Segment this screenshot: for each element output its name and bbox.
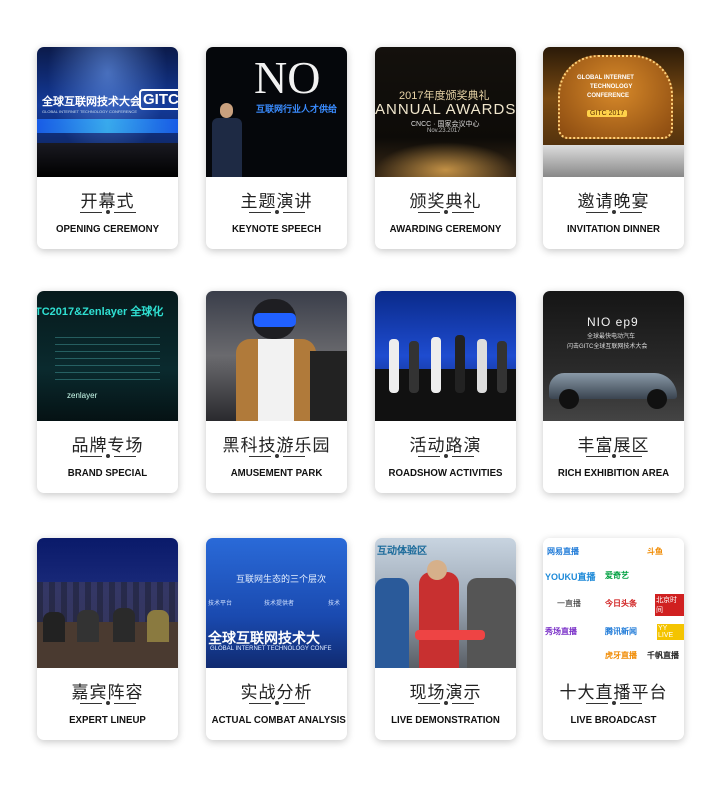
card-title-cn: 邀请晚宴 <box>577 192 650 212</box>
photo-text-2: zenlayer <box>67 391 98 400</box>
opening-ceremony-photo: 全球互联网技术大会 GLOBAL INTERNET TECHNOLOGY CON… <box>37 47 178 177</box>
photo-text-5: 全球互联网技术大 <box>208 630 320 646</box>
card-title-en: INVITATION DINNER <box>566 223 661 235</box>
title-divider <box>586 701 642 705</box>
card-rich-exhibition-area[interactable]: NIO ep9 全球最快电动汽车 闪击GITC全球互联网技术大会 丰富展区 RI… <box>543 291 684 493</box>
card-title-cn: 黑科技游乐园 <box>222 436 331 456</box>
title-divider <box>249 701 305 705</box>
platform-logo-10: YY LIVE <box>657 624 684 640</box>
photo-text-4: GITC 2017 <box>587 110 628 117</box>
photo-text-3: GITC <box>139 89 178 110</box>
card-title-cn: 品牌专场 <box>71 436 144 456</box>
photo-text-2: 全球最快电动汽车 <box>587 334 636 340</box>
card-live-broadcast[interactable]: 网易直播 斗鱼 YOUKU直播 爱奇艺 一直播 今日头条 北京时间 秀场直播 腾… <box>543 538 684 740</box>
card-live-demonstration[interactable]: 互动体验区 现场演示 LIVE DEMONSTRATION <box>375 538 516 740</box>
card-title-cn: 开幕式 <box>80 192 135 212</box>
card-title-cn: 嘉宾阵容 <box>71 683 144 703</box>
card-brand-special[interactable]: TC2017&Zenlayer 全球化 zenlayer 品牌专场 BRAND … <box>37 291 178 493</box>
photo-text-2: ANNUAL AWARDS <box>375 101 516 118</box>
invitation-dinner-photo: GLOBAL INTERNET TECHNOLOGY CONFERENCE GI… <box>543 47 684 177</box>
card-title-en: LIVE BROADCAST <box>570 714 657 726</box>
photo-text-1: TC2017&Zenlayer 全球化 <box>37 306 164 318</box>
platform-logo-5: 一直播 <box>557 599 581 608</box>
card-roadshow-activities[interactable]: 活动路演 ROADSHOW ACTIVITIES <box>375 291 516 493</box>
keynote-speech-photo: NO 互联网行业人才供给 <box>206 47 347 177</box>
photo-text-2: 技术平台 <box>208 601 233 607</box>
platform-logo-12: 千帆直播 <box>647 651 679 660</box>
photo-text-3: 技术提供者 <box>264 601 295 607</box>
card-amusement-park[interactable]: 黑科技游乐园 AMUSEMENT PARK <box>206 291 347 493</box>
platform-logo-6: 今日头条 <box>605 599 637 608</box>
expert-lineup-photo <box>37 538 178 668</box>
photo-text-3: 闪击GITC全球互联网技术大会 <box>567 344 648 350</box>
photo-text-3: CONFERENCE <box>587 93 630 99</box>
card-title-en: AWARDING CEREMONY <box>389 223 502 235</box>
title-divider <box>249 210 305 214</box>
platform-logo-9: 腾讯新闻 <box>605 627 637 636</box>
title-divider <box>249 454 305 458</box>
title-divider <box>80 701 136 705</box>
card-title-en: OPENING CEREMONY <box>55 223 160 235</box>
card-title-cn: 活动路演 <box>409 436 482 456</box>
title-divider <box>586 210 642 214</box>
photo-text-2: TECHNOLOGY <box>590 84 633 90</box>
platform-logo-7: 北京时间 <box>655 594 684 616</box>
rich-exhibition-area-photo: NIO ep9 全球最快电动汽车 闪击GITC全球互联网技术大会 <box>543 291 684 421</box>
title-divider <box>80 210 136 214</box>
photo-text-1: NIO ep9 <box>587 315 639 329</box>
roadshow-activities-photo <box>375 291 516 421</box>
platform-logo-8: 秀场直播 <box>545 627 577 636</box>
card-title-en: AMUSEMENT PARK <box>230 467 323 479</box>
live-demonstration-photo: 互动体验区 <box>375 538 516 668</box>
card-title-en: LIVE DEMONSTRATION <box>391 714 500 726</box>
drone-shape <box>415 630 485 640</box>
actual-combat-analysis-photo: 互联网生态的三个层次 技术平台 技术提供者 技术 全球互联网技术大 GLOBAL… <box>206 538 347 668</box>
vr-headset <box>254 313 296 327</box>
card-keynote-speech[interactable]: NO 互联网行业人才供给 主题演讲 KEYNOTE SPEECH <box>206 47 347 249</box>
card-title-en: KEYNOTE SPEECH <box>231 223 322 235</box>
photo-text-1: NO <box>254 52 321 103</box>
title-divider <box>586 454 642 458</box>
card-expert-lineup[interactable]: 嘉宾阵容 EXPERT LINEUP <box>37 538 178 740</box>
amusement-park-photo <box>206 291 347 421</box>
platform-logo-1: 网易直播 <box>547 547 579 556</box>
photo-text-2: GLOBAL INTERNET TECHNOLOGY CONFERENCE <box>42 109 137 114</box>
photo-text-4: Nov.23.2017 <box>427 128 461 134</box>
speaker-figure <box>212 103 242 177</box>
card-opening-ceremony[interactable]: 全球互联网技术大会 GLOBAL INTERNET TECHNOLOGY CON… <box>37 47 178 249</box>
card-title-cn: 颁奖典礼 <box>409 192 482 212</box>
brand-special-photo: TC2017&Zenlayer 全球化 zenlayer <box>37 291 178 421</box>
title-divider <box>418 210 474 214</box>
awarding-ceremony-photo: 2017年度颁奖典礼 ANNUAL AWARDS CNCC · 国家会议中心 N… <box>375 47 516 177</box>
card-invitation-dinner[interactable]: GLOBAL INTERNET TECHNOLOGY CONFERENCE GI… <box>543 47 684 249</box>
title-divider <box>418 454 474 458</box>
card-title-en: BRAND SPECIAL <box>67 467 148 479</box>
photo-text-1: 全球互联网技术大会 <box>42 96 141 108</box>
card-title-en: ACTUAL COMBAT ANALYSIS <box>211 714 346 726</box>
photo-text-2: 互联网行业人才供给 <box>256 104 338 114</box>
card-title-cn: 实战分析 <box>240 683 313 703</box>
platform-logo-2: 斗鱼 <box>647 547 663 556</box>
card-actual-combat-analysis[interactable]: 互联网生态的三个层次 技术平台 技术提供者 技术 全球互联网技术大 GLOBAL… <box>206 538 347 740</box>
photo-text-1: GLOBAL INTERNET <box>577 75 634 81</box>
photo-text-1: 互联网生态的三个层次 <box>236 574 327 584</box>
title-divider <box>418 701 474 705</box>
title-divider <box>80 454 136 458</box>
photo-text-4: 技术 <box>328 601 341 607</box>
platform-logo-3: YOUKU直播 <box>545 572 596 582</box>
card-title-cn: 主题演讲 <box>240 192 313 212</box>
photo-text-1: 互动体验区 <box>377 546 427 557</box>
platform-logo-11: 虎牙直播 <box>605 651 637 660</box>
card-title-en: RICH EXHIBITION AREA <box>557 467 670 479</box>
card-title-cn: 十大直播平台 <box>559 683 668 703</box>
photo-text-6: GLOBAL INTERNET TECHNOLOGY CONFE <box>210 646 332 652</box>
card-awarding-ceremony[interactable]: 2017年度颁奖典礼 ANNUAL AWARDS CNCC · 国家会议中心 N… <box>375 47 516 249</box>
event-highlights-grid: 全球互联网技术大会 GLOBAL INTERNET TECHNOLOGY CON… <box>0 0 720 800</box>
card-title-cn: 丰富展区 <box>577 436 650 456</box>
card-title-en: ROADSHOW ACTIVITIES <box>388 467 503 479</box>
platform-logo-4: 爱奇艺 <box>605 571 629 580</box>
card-title-cn: 现场演示 <box>409 683 482 703</box>
card-title-en: EXPERT LINEUP <box>69 714 146 726</box>
live-broadcast-logos: 网易直播 斗鱼 YOUKU直播 爱奇艺 一直播 今日头条 北京时间 秀场直播 腾… <box>543 538 684 668</box>
